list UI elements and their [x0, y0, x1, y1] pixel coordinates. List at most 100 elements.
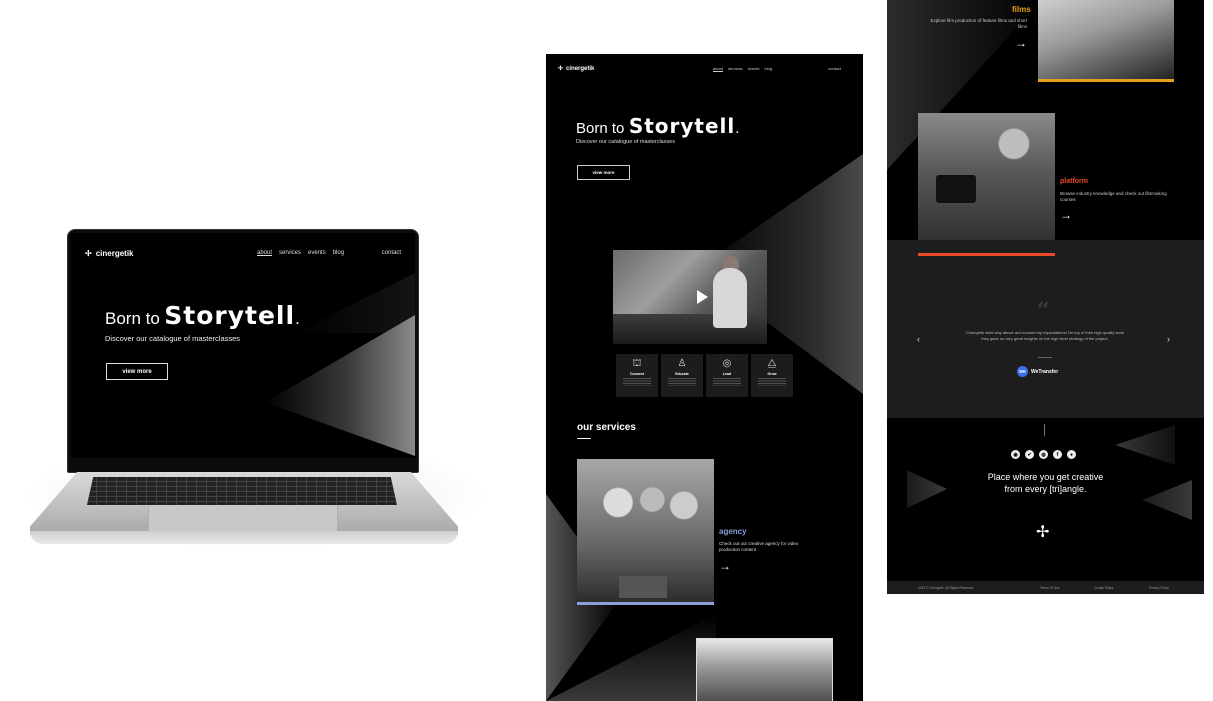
instagram-icon[interactable]: ◉ — [1011, 450, 1020, 459]
footer-tagline: Place where you get creative from every … — [887, 471, 1204, 495]
brand-name: cinergetik — [95, 249, 134, 258]
nav-item-services[interactable]: services — [279, 250, 301, 256]
laptop-keyboard-rows — [87, 477, 397, 505]
platform-photo-camera — [936, 175, 976, 203]
logo-icon: ✢ — [85, 249, 92, 258]
wetransfer-logo-icon: we — [1017, 366, 1028, 377]
feature-card-lead: ◎ Lead — [706, 354, 748, 397]
testimonial-text: Cinergetik went way above and exceed my … — [965, 330, 1125, 341]
hero-title: Born to Storytell. — [105, 301, 300, 330]
hero-title-suffix: . — [295, 309, 300, 328]
feature-cards: ⛫ Connect ♙ Educate ◎ Lead ⧋ Grow — [616, 354, 793, 397]
hero-subtitle: Discover our catalogue of masterclasses — [576, 139, 676, 145]
triangle-gradient-footer-top — [1115, 425, 1175, 465]
agency-title[interactable]: agency — [719, 527, 747, 536]
testimonial-divider — [1038, 357, 1052, 358]
nav-contact-link[interactable]: contact — [382, 250, 401, 256]
brand-name: cinergetik — [566, 65, 595, 72]
brand-logo[interactable]: ✢ cinergetik — [85, 249, 134, 258]
hero-subtitle: Discover our catalogue of masterclasses — [105, 334, 241, 343]
testimonial-section — [887, 240, 1204, 418]
homepage-top-panel: ✢ cinergetik about services events blog … — [546, 54, 863, 701]
logo-icon: ✢ — [558, 66, 564, 72]
laptop-mockup: ✢ cinergetik about services events blog … — [0, 0, 540, 701]
view-more-button[interactable]: view more — [577, 165, 630, 180]
agency-photo-laptop — [619, 576, 667, 598]
feature-label: Grow — [767, 372, 777, 376]
nav-item-about[interactable]: about — [713, 66, 723, 71]
footer-tagline-line2: from every [tri]angle. — [1004, 484, 1087, 494]
homepage-bottom-panel: films Explore film production of feature… — [887, 0, 1204, 594]
feature-label: Connect — [630, 372, 644, 376]
feature-card-grow: ⧋ Grow — [751, 354, 793, 397]
feature-label: Educate — [675, 372, 689, 376]
chevron-left-icon[interactable]: ‹ — [917, 334, 920, 344]
feature-card-connect: ⛫ Connect — [616, 354, 658, 397]
copyright-text: 2023 © Cinergetik. All Rights Reserved. — [918, 585, 975, 590]
hero-title-main: Storytell — [628, 114, 736, 138]
hero-title: Born to Storytell. — [576, 114, 739, 138]
nav-item-blog[interactable]: blog — [764, 66, 772, 71]
footer-logo-icon[interactable]: ✢ — [1036, 522, 1049, 542]
grow-icon: ⧋ — [767, 358, 777, 369]
films-accent-bar — [1038, 79, 1174, 82]
view-more-button[interactable]: view more — [106, 363, 168, 380]
hero-title-main: Storytell — [164, 301, 296, 330]
screen-triangle-gradient — [265, 315, 415, 456]
platform-arrow-icon[interactable]: → — [1060, 208, 1072, 222]
footer-bar: 2023 © Cinergetik. All Rights Reserved. … — [887, 581, 1204, 594]
lead-icon: ◎ — [722, 358, 732, 369]
video-player[interactable] — [613, 250, 767, 344]
agency-photo[interactable] — [577, 459, 714, 604]
films-arrow-icon[interactable]: → — [1015, 36, 1027, 50]
nav-contact-link[interactable]: contact — [828, 66, 841, 71]
agency-accent-bar — [577, 602, 714, 605]
agency-arrow-icon[interactable]: → — [719, 559, 731, 573]
testimonial-company: we WeTransfer — [1017, 366, 1058, 377]
films-title[interactable]: films — [1012, 5, 1031, 14]
dribbble-icon[interactable]: ◍ — [1039, 450, 1048, 459]
footer-link-privacy[interactable]: Privacy Policy — [1149, 586, 1169, 590]
feature-description-lines — [713, 378, 741, 386]
laptop-lid: ✢ cinergetik about services events blog … — [67, 229, 419, 473]
chevron-right-icon[interactable]: › — [1167, 334, 1170, 344]
hero-title-suffix: . — [735, 120, 740, 137]
agency-description: Check out our creative agency for video … — [719, 541, 799, 552]
services-heading-underline — [577, 438, 591, 439]
nav-item-events[interactable]: events — [748, 66, 760, 71]
hero-title-prefix: Born to — [105, 309, 160, 328]
platform-description: Browse industry knowledge and check out … — [1060, 191, 1167, 202]
educate-icon: ♙ — [677, 358, 687, 369]
hero-title-prefix: Born to — [576, 120, 625, 137]
facebook-icon[interactable]: f — [1053, 450, 1062, 459]
platform-title[interactable]: platform — [1060, 178, 1088, 185]
services-heading: our services — [577, 422, 636, 433]
films-photo[interactable] — [696, 638, 833, 701]
platform-accent-bar — [918, 253, 1055, 256]
laptop-screen: ✢ cinergetik about services events blog … — [71, 233, 415, 458]
nav-item-about[interactable]: about — [257, 250, 272, 256]
youtube-icon[interactable]: ● — [1067, 450, 1076, 459]
nav-item-services[interactable]: services — [728, 66, 743, 71]
laptop-trackpad — [148, 505, 338, 532]
brand-logo[interactable]: ✢ cinergetik — [558, 65, 595, 73]
nav-item-events[interactable]: events — [308, 250, 326, 256]
laptop-bottom-edge — [30, 531, 458, 544]
testimonial-company-name: WeTransfer — [1031, 368, 1059, 375]
feature-description-lines — [668, 378, 696, 386]
platform-photo[interactable] — [918, 113, 1055, 253]
social-links: ◉ ✔ ◍ f ● — [1011, 450, 1076, 459]
footer-tagline-line1: Place where you get creative — [987, 472, 1104, 482]
vimeo-icon[interactable]: ✔ — [1025, 450, 1034, 459]
nav-item-blog[interactable]: blog — [333, 250, 344, 256]
section-divider — [1044, 424, 1045, 436]
footer-link-cookie[interactable]: Cookie Policy — [1094, 586, 1113, 590]
feature-card-educate: ♙ Educate — [661, 354, 703, 397]
films-photo[interactable] — [1038, 0, 1174, 79]
screen-triangle-dark — [295, 273, 415, 333]
play-icon[interactable] — [697, 290, 708, 304]
video-thumbnail-person — [713, 268, 747, 328]
feature-description-lines — [758, 378, 786, 386]
quote-icon: “ — [1037, 298, 1050, 324]
footer-link-terms[interactable]: Terms Of Use — [1040, 586, 1059, 590]
